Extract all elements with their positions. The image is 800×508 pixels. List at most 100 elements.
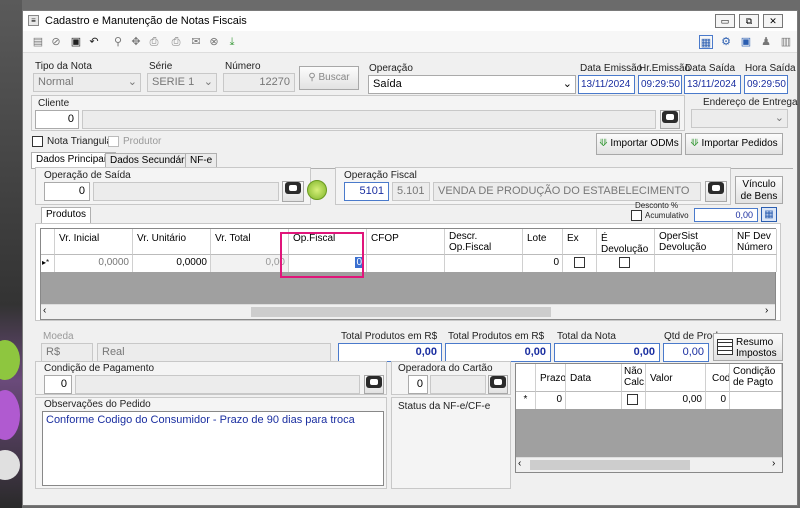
cliente-code-field[interactable]: 0: [35, 110, 79, 129]
nota-triangular-checkbox[interactable]: [32, 136, 43, 147]
acumulativo-checkbox[interactable]: [631, 210, 642, 221]
produtor-checkbox[interactable]: [108, 136, 119, 147]
restore-button[interactable]: ⧉: [739, 14, 759, 28]
download-icon[interactable]: ⤓: [225, 35, 239, 49]
tab-produtos[interactable]: Produtos: [41, 207, 92, 224]
condicao-pagamento-code-field[interactable]: 0: [44, 375, 72, 394]
minimize-button[interactable]: ▭: [715, 14, 735, 28]
hr-emissao-field[interactable]: 09:29:50: [638, 75, 682, 94]
col-condicao-pagto[interactable]: Condição de Pagto: [730, 364, 782, 392]
scroll-left-icon[interactable]: ‹: [43, 305, 46, 316]
user-icon[interactable]: ♟: [759, 35, 773, 49]
importar-pedidos-button[interactable]: ⟱ Importar Pedidos: [685, 133, 783, 155]
ex-checkbox[interactable]: [574, 257, 585, 268]
col-nao-calc[interactable]: Não Calc.: [622, 364, 646, 392]
scroll-thumb[interactable]: [530, 460, 690, 470]
operacao-select[interactable]: Saída ⌄: [368, 75, 576, 94]
operadora-cartao-panel: Operadora do Cartão 0: [391, 361, 511, 395]
new-icon[interactable]: ▤: [31, 35, 45, 49]
scroll-left-icon[interactable]: ‹: [518, 458, 521, 469]
produtos-panel: Vr. Inicial Vr. Unitário Vr. Total Op.Fi…: [35, 223, 781, 321]
col-vr-unitario[interactable]: Vr. Unitário: [133, 229, 211, 255]
scroll-right-icon[interactable]: ›: [765, 305, 768, 316]
col-prazo[interactable]: Prazo: [536, 364, 566, 392]
cell-condicao-pagto[interactable]: [730, 392, 782, 409]
print-icon[interactable]: ⎙: [147, 35, 161, 49]
col-e-devolucao[interactable]: É Devolução: [597, 229, 655, 255]
refresh-icon[interactable]: [307, 180, 327, 200]
lookup-icon: [662, 111, 678, 123]
cell-opersist-devolucao[interactable]: [655, 255, 733, 272]
undo-icon[interactable]: ↶: [87, 35, 101, 49]
view-icon[interactable]: ▦: [699, 35, 713, 49]
email-icon[interactable]: ✉: [189, 35, 203, 49]
operacao-saida-search-button[interactable]: [282, 181, 304, 202]
col-valor[interactable]: Valor: [646, 364, 706, 392]
col-data[interactable]: Data: [566, 364, 622, 392]
cell-vr-unitario[interactable]: 0,0000: [133, 255, 211, 272]
col-descr-op-fiscal[interactable]: Descr. Op.Fiscal: [445, 229, 523, 255]
observacoes-textarea[interactable]: Conforme Codigo do Consumidor - Prazo de…: [42, 411, 384, 486]
save-icon[interactable]: ▣: [69, 35, 83, 49]
produtos-hscrollbar[interactable]: ‹ ›: [41, 304, 775, 319]
window-icon[interactable]: ▣: [739, 35, 753, 49]
resumo-impostos-button[interactable]: Resumo Impostos: [713, 333, 783, 361]
row-indicator: *: [516, 392, 536, 409]
operacao-saida-code-field[interactable]: 0: [44, 182, 90, 201]
parcelas-grid: Prazo Data Não Calc. Valor Cod. Condição…: [515, 363, 783, 473]
cliente-search-button[interactable]: [660, 110, 680, 129]
vinculo-bens-button[interactable]: Vínculo de Bens: [735, 176, 783, 204]
operadora-code-field[interactable]: 0: [408, 375, 428, 394]
operacao-label: Operação: [369, 63, 413, 74]
col-lote[interactable]: Lote: [523, 229, 563, 255]
numero-field[interactable]: 12270: [223, 73, 295, 92]
tipo-nota-select[interactable]: Normal ⌄: [33, 73, 141, 92]
col-nf-dev-numero[interactable]: NF Dev Número: [733, 229, 777, 255]
chevron-down-icon: ⌄: [127, 76, 137, 88]
buscar-button[interactable]: ⚲ Buscar: [299, 66, 359, 90]
col-opersist-devolucao[interactable]: OperSist Devolução: [655, 229, 733, 255]
calculator-icon[interactable]: ▦: [761, 207, 777, 222]
settings-icon[interactable]: ⚙: [719, 35, 733, 49]
scroll-right-icon[interactable]: ›: [772, 458, 775, 469]
tools-icon[interactable]: ✥: [129, 35, 143, 49]
operadora-search-button[interactable]: [488, 375, 508, 394]
serie-select[interactable]: SERIE 1 ⌄: [147, 73, 217, 92]
hora-saida-field[interactable]: 09:29:50: [744, 75, 788, 94]
cell-nf-dev-numero[interactable]: [733, 255, 777, 272]
scroll-thumb[interactable]: [251, 307, 551, 317]
cell-cfop[interactable]: [367, 255, 445, 272]
cell-prazo[interactable]: 0: [536, 392, 566, 409]
cell-e-devolucao: [597, 255, 655, 272]
operacao-fiscal-code-field[interactable]: 5101: [344, 182, 389, 201]
importar-pedidos-label: Importar Pedidos: [701, 138, 778, 149]
cell-cod[interactable]: 0: [706, 392, 730, 409]
cell-valor[interactable]: 0,00: [646, 392, 706, 409]
condicao-pagamento-search-button[interactable]: [364, 375, 384, 394]
data-emissao-field[interactable]: 13/11/2024: [578, 75, 635, 94]
col-cod[interactable]: Cod.: [706, 364, 730, 392]
cell-data[interactable]: [566, 392, 622, 409]
cancel-icon[interactable]: ⊘: [49, 35, 63, 49]
desconto-field[interactable]: 0,00: [694, 208, 758, 222]
title-bar: ≡ Cadastro e Manutenção de Notas Fiscais…: [23, 11, 797, 31]
close-button[interactable]: ✕: [763, 14, 783, 28]
parcelas-hscrollbar[interactable]: ‹ ›: [516, 457, 782, 472]
data-saida-field[interactable]: 13/11/2024: [684, 75, 741, 94]
config-icon[interactable]: ▥: [779, 35, 793, 49]
endereco-select[interactable]: ⌄: [691, 109, 788, 128]
cell-vr-inicial[interactable]: 0,0000: [55, 255, 133, 272]
search-icon[interactable]: ⚲: [111, 35, 125, 49]
e-devolucao-checkbox[interactable]: [619, 257, 630, 268]
print2-icon[interactable]: ⎙: [169, 35, 183, 49]
nao-calc-checkbox[interactable]: [627, 394, 638, 405]
col-cfop[interactable]: CFOP: [367, 229, 445, 255]
importar-odms-button[interactable]: ⟱ Importar ODMs: [596, 133, 682, 155]
col-vr-inicial[interactable]: Vr. Inicial: [55, 229, 133, 255]
block-icon[interactable]: ⊗: [207, 35, 221, 49]
col-ex[interactable]: Ex: [563, 229, 597, 255]
cell-lote[interactable]: 0: [523, 255, 563, 272]
cell-descr-op-fiscal[interactable]: [445, 255, 523, 272]
col-vr-total[interactable]: Vr. Total: [211, 229, 289, 255]
operacao-fiscal-search-button[interactable]: [705, 181, 727, 202]
